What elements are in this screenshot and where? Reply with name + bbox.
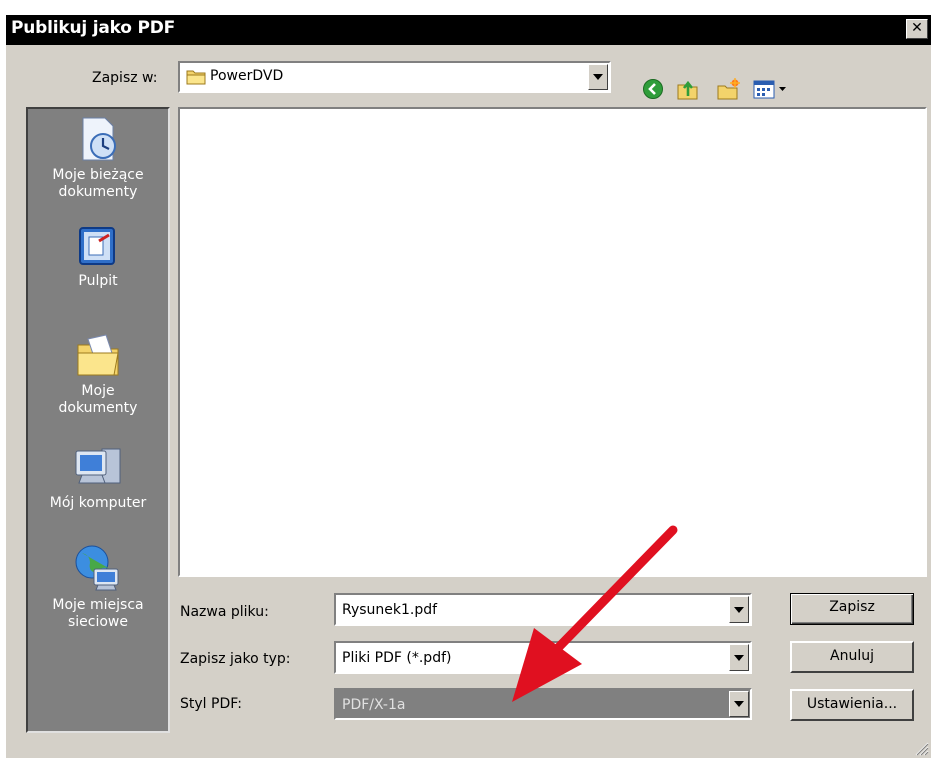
place-my-computer[interactable]: Mój komputer	[28, 445, 168, 512]
cancel-button-label: Anuluj	[830, 648, 874, 664]
resize-grip-icon[interactable]	[913, 740, 929, 756]
network-places-icon	[75, 545, 119, 591]
filename-input[interactable]: Rysunek1.pdf	[334, 593, 752, 626]
save-dialog-window: Publikuj jako PDF ✕ Zapisz w: PowerDVD M…	[5, 14, 931, 758]
up-folder-icon[interactable]	[676, 78, 700, 100]
title-bar[interactable]: Publikuj jako PDF ✕	[6, 15, 931, 45]
pdfstyle-dropdown[interactable]: PDF/X-1a	[334, 688, 752, 720]
lookin-value: PowerDVD	[210, 68, 284, 84]
desktop-icon	[79, 227, 115, 265]
my-documents-icon	[77, 334, 119, 376]
place-label-line1: Moje	[81, 383, 115, 399]
chevron-down-icon	[734, 701, 744, 707]
close-button[interactable]: ✕	[906, 19, 928, 39]
filename-label: Nazwa pliku:	[180, 604, 269, 620]
lookin-dropdown[interactable]: PowerDVD	[178, 61, 611, 93]
chevron-down-icon	[734, 606, 744, 613]
settings-button[interactable]: Ustawienia...	[790, 689, 914, 721]
filetype-value: Pliki PDF (*.pdf)	[342, 650, 452, 666]
window-title: Publikuj jako PDF	[11, 18, 176, 38]
view-menu-icon[interactable]	[752, 78, 792, 100]
pdfstyle-value: PDF/X-1a	[342, 697, 406, 713]
pdfstyle-label: Styl PDF:	[180, 696, 242, 712]
chevron-down-icon	[593, 74, 603, 80]
my-computer-icon	[75, 448, 121, 484]
save-button-label: Zapisz	[829, 599, 875, 615]
filename-dropdown-button[interactable]	[729, 596, 749, 623]
place-my-documents[interactable]: Moje dokumenty	[28, 331, 168, 417]
lookin-label: Zapisz w:	[92, 70, 158, 86]
recent-documents-icon	[82, 117, 116, 161]
place-label-line1: Mój komputer	[49, 495, 147, 511]
places-bar: Moje bieżące dokumenty Pulpit Moje dokum…	[26, 107, 170, 733]
filetype-label: Zapisz jako typ:	[180, 651, 291, 667]
chevron-down-icon	[734, 654, 744, 661]
back-icon[interactable]	[642, 78, 664, 100]
place-label-line1: Moje bieżące	[52, 167, 144, 183]
place-label-line1: Moje miejsca	[52, 597, 144, 613]
file-list[interactable]	[178, 107, 927, 577]
close-icon: ✕	[911, 20, 923, 36]
folder-icon	[186, 70, 206, 85]
settings-button-label: Ustawienia...	[806, 696, 898, 712]
cancel-button[interactable]: Anuluj	[790, 641, 914, 673]
place-desktop[interactable]: Pulpit	[28, 225, 168, 290]
filename-value: Rysunek1.pdf	[342, 602, 438, 618]
place-label-line2: dokumenty	[58, 400, 138, 416]
filetype-dropdown-button[interactable]	[729, 644, 749, 671]
lookin-dropdown-button[interactable]	[588, 64, 608, 90]
place-label-line1: Pulpit	[78, 273, 118, 289]
place-recent-documents[interactable]: Moje bieżące dokumenty	[28, 115, 168, 201]
place-label-line2: dokumenty	[58, 184, 138, 200]
save-button[interactable]: Zapisz	[790, 593, 914, 625]
new-folder-icon[interactable]	[716, 78, 740, 100]
pdfstyle-dropdown-button[interactable]	[729, 691, 749, 717]
filetype-dropdown[interactable]: Pliki PDF (*.pdf)	[334, 641, 752, 674]
place-network[interactable]: Moje miejsca sieciowe	[28, 543, 168, 631]
place-label-line2: sieciowe	[67, 614, 128, 630]
